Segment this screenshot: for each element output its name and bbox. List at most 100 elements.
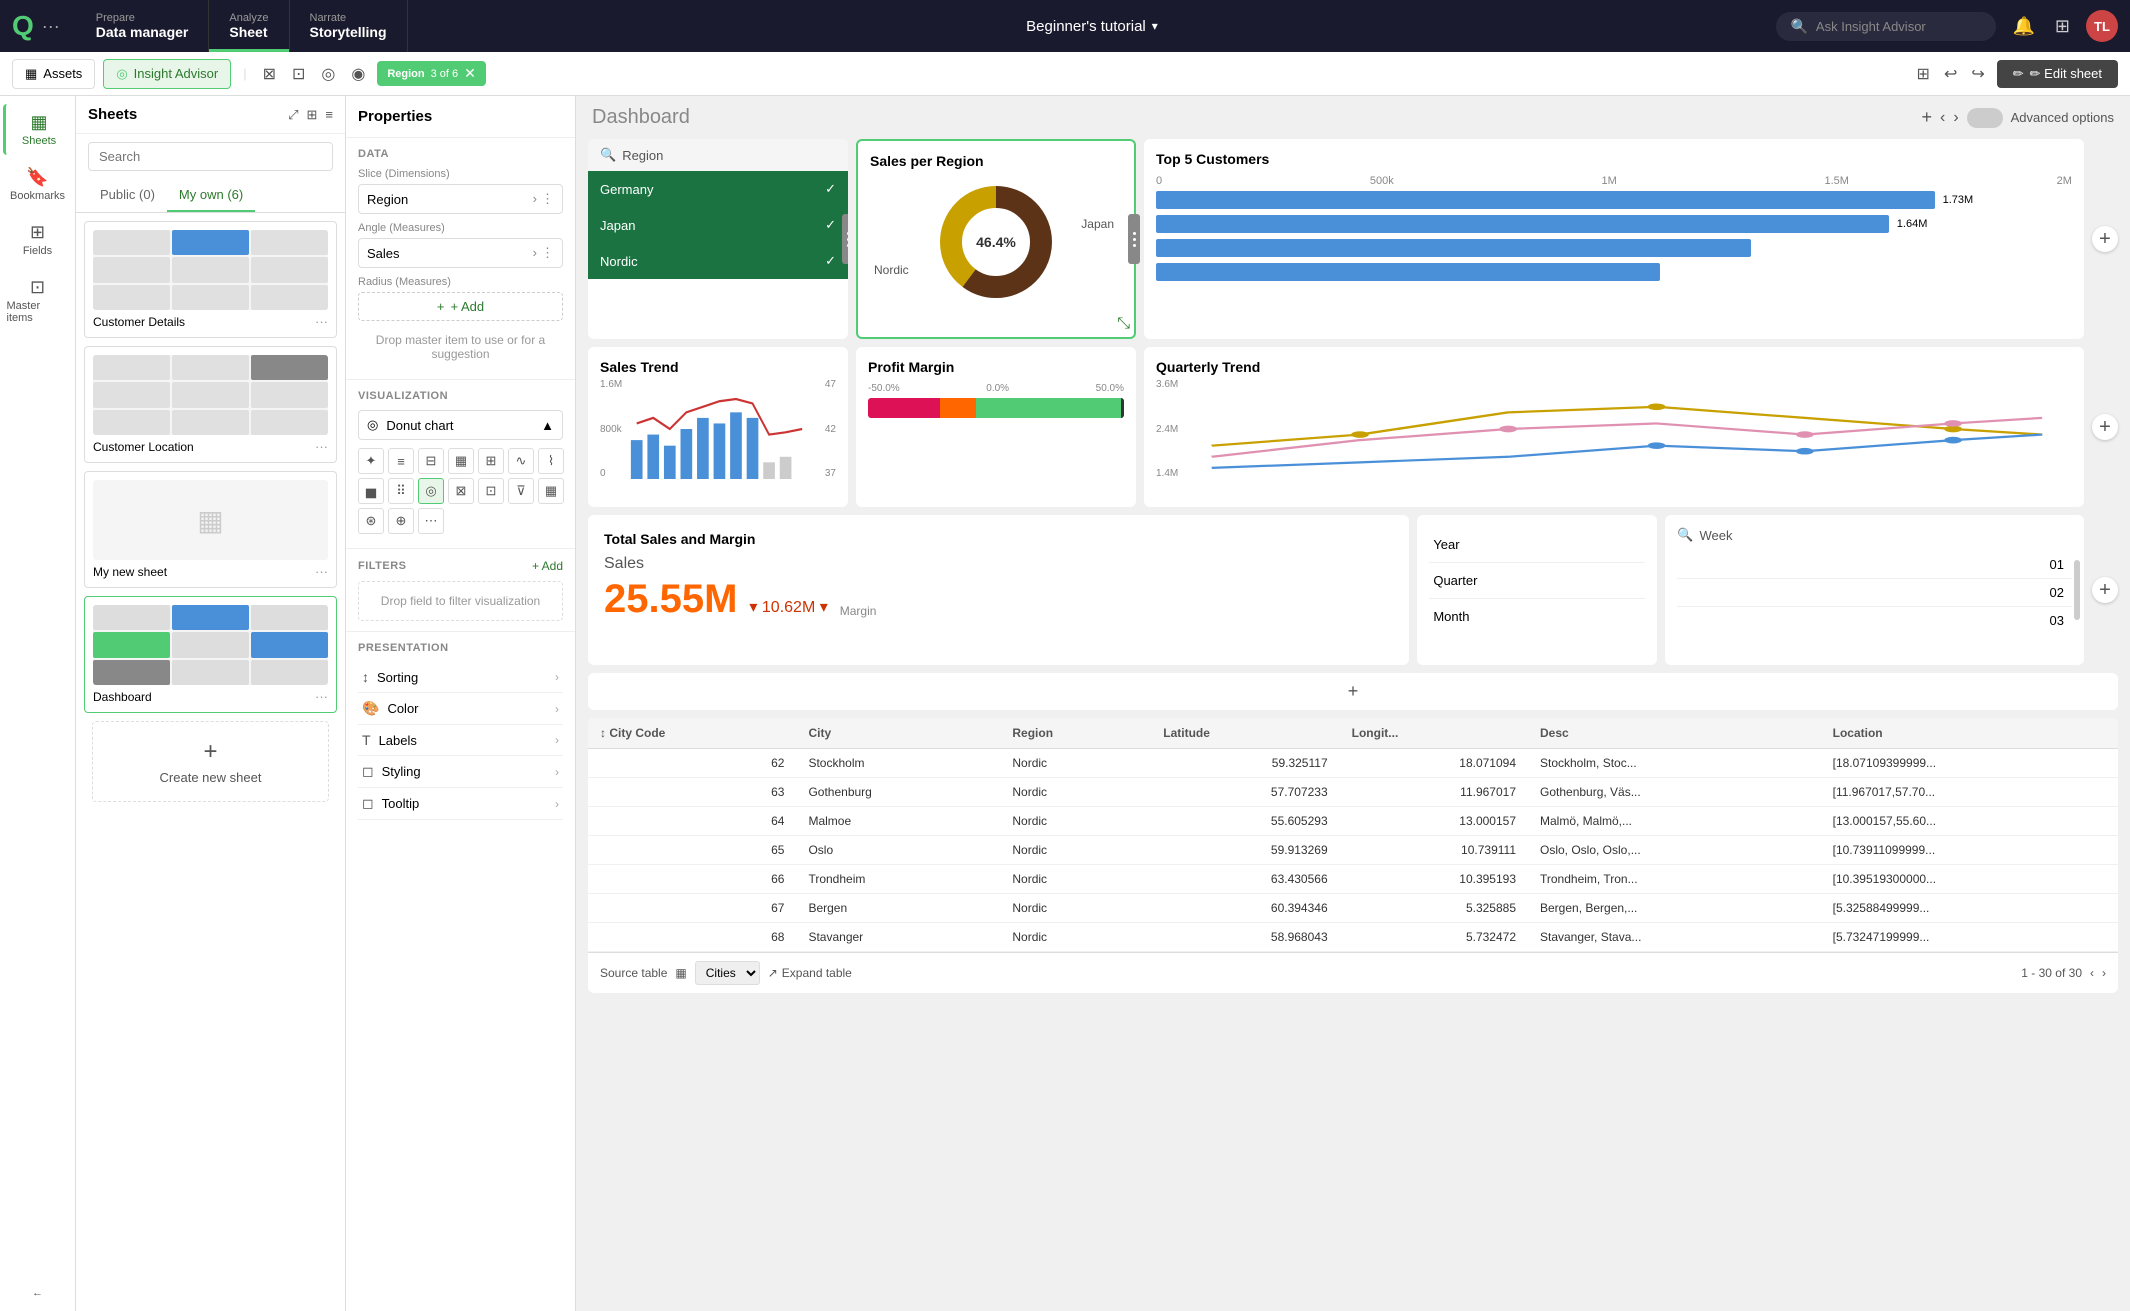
add-radius-button[interactable]: + + Add (358, 292, 563, 321)
sales-per-region-card[interactable]: Sales per Region 46.4% Japan Nordic (856, 139, 1136, 339)
pres-item-tooltip[interactable]: ◻ Tooltip › (358, 788, 563, 820)
insight-search-input[interactable] (1816, 19, 1976, 34)
table-row[interactable]: 65 Oslo Nordic 59.913269 10.739111 Oslo,… (588, 836, 2118, 865)
more-field-icon[interactable]: ⋮ (541, 191, 554, 207)
week-02[interactable]: 02 (1677, 579, 2072, 607)
nav-dots-menu[interactable]: ··· (42, 16, 60, 37)
date-month[interactable]: Month (1429, 599, 1645, 634)
add-filter-button[interactable]: + Add (532, 559, 563, 573)
week-01[interactable]: 01 (1677, 551, 2072, 579)
date-year[interactable]: Year (1429, 527, 1645, 563)
sheet-more-icon[interactable]: ··· (315, 314, 328, 329)
viz-icon-bar-grouped[interactable]: ⊟ (418, 448, 444, 474)
sheet-more-icon[interactable]: ··· (315, 439, 328, 454)
table-row[interactable]: 68 Stavanger Nordic 58.968043 5.732472 S… (588, 923, 2118, 952)
tab-my-own[interactable]: My own (6) (167, 179, 255, 212)
region-resize-handle[interactable] (842, 214, 848, 264)
sheet-item-customer-details[interactable]: Customer Details ··· (84, 221, 337, 338)
viz-icon-combo[interactable]: ⌇ (538, 448, 564, 474)
col-desc[interactable]: Desc (1528, 718, 1821, 749)
col-city[interactable]: City (796, 718, 1000, 749)
viz-icon-line[interactable]: ∿ (508, 448, 534, 474)
angle-field[interactable]: Sales › ⋮ (358, 238, 563, 268)
sidebar-item-master[interactable]: ⊡ Master items (3, 269, 73, 332)
viz-icon-bar-v[interactable]: ▅ (358, 478, 384, 504)
week-03[interactable]: 03 (1677, 607, 2072, 634)
selection-banner[interactable]: Region 3 of 6 ✕ (377, 61, 486, 86)
viz-icon-funnel[interactable]: ⊽ (508, 478, 534, 504)
expand-table-button[interactable]: ↗ Expand table (768, 966, 852, 980)
donut-resize-handle[interactable] (1128, 214, 1140, 264)
grid-menu-icon[interactable]: ⊞ (2051, 12, 2074, 41)
sidebar-collapse-button[interactable]: ← (3, 1279, 73, 1311)
table-row[interactable]: 63 Gothenburg Nordic 57.707233 11.967017… (588, 778, 2118, 807)
redo-icon[interactable]: ↪ (1967, 60, 1988, 88)
assets-button[interactable]: ▦ Assets (12, 59, 95, 89)
table-name-select[interactable]: Cities (695, 961, 760, 985)
create-new-sheet-button[interactable]: + Create new sheet (92, 721, 329, 802)
undo-icon[interactable]: ↩ (1940, 60, 1961, 88)
viz-icon-pivot[interactable]: ⊞ (478, 448, 504, 474)
viz-icon-bar-h[interactable]: ≡ (388, 448, 414, 474)
viz-icon-table[interactable]: ▦ (448, 448, 474, 474)
sheet-item-customer-location[interactable]: Customer Location ··· (84, 346, 337, 463)
nav-tab-analyze[interactable]: Analyze Sheet (209, 0, 289, 52)
sheet-item-dashboard[interactable]: Dashboard ··· (84, 596, 337, 713)
add-chart-button-1[interactable]: + (2092, 226, 2118, 252)
table-row[interactable]: 67 Bergen Nordic 60.394346 5.325885 Berg… (588, 894, 2118, 923)
pagination-prev[interactable]: ‹ (2090, 966, 2094, 980)
sheets-search-input[interactable] (88, 142, 333, 171)
slice-field[interactable]: Region › ⋮ (358, 184, 563, 214)
viz-selector[interactable]: ◎ Donut chart ▲ (358, 410, 563, 440)
expand-field-icon[interactable]: › (533, 191, 537, 207)
advanced-toggle[interactable] (1967, 108, 2003, 128)
col-latitude[interactable]: Latitude (1151, 718, 1339, 749)
region-item-japan[interactable]: Japan ✓ (588, 207, 848, 243)
edit-sheet-button[interactable]: ✏ ✏ Edit sheet (1997, 60, 2118, 88)
expand-icon[interactable]: ⤢ (288, 107, 298, 123)
app-title[interactable]: Beginner's tutorial ▾ (1026, 18, 1158, 35)
sheet-more-icon[interactable]: ··· (315, 564, 328, 579)
pres-item-sorting[interactable]: ↕ Sorting › (358, 662, 563, 693)
nav-tab-prepare[interactable]: Prepare Data manager (76, 0, 210, 52)
nav-right-icon[interactable]: › (1953, 109, 1958, 127)
viz-icon-more-4[interactable]: ⋯ (418, 508, 444, 534)
nav-tab-narrate[interactable]: Narrate Storytelling (290, 0, 408, 52)
expand-angle-icon[interactable]: › (533, 245, 537, 261)
insight-search-bar[interactable]: 🔍 (1776, 12, 1996, 41)
toolbar-icon-4[interactable]: ◉ (347, 60, 369, 88)
region-item-nordic[interactable]: Nordic ✓ (588, 243, 848, 279)
plus-add-widget[interactable]: + (1921, 107, 1932, 128)
nav-left-icon[interactable]: ‹ (1940, 109, 1945, 127)
viz-icon-magic[interactable]: ✦ (358, 448, 384, 474)
list-icon[interactable]: ≡ (325, 107, 333, 123)
col-city-code[interactable]: ↕ City Code (588, 718, 796, 749)
toolbar-icon-2[interactable]: ⊡ (288, 60, 309, 88)
viz-icon-donut[interactable]: ◎ (418, 478, 444, 504)
viz-icon-scatter[interactable]: ⠿ (388, 478, 414, 504)
insight-advisor-button[interactable]: ◎ Insight Advisor (103, 59, 231, 89)
notifications-icon[interactable]: 🔔 (2008, 12, 2038, 41)
viz-collapse-icon[interactable]: ▲ (541, 418, 554, 433)
pagination-next[interactable]: › (2102, 966, 2106, 980)
col-longit[interactable]: Longit... (1340, 718, 1528, 749)
grid-icon[interactable]: ⊞ (307, 107, 318, 123)
table-row[interactable]: 62 Stockholm Nordic 59.325117 18.071094 … (588, 749, 2118, 778)
sidebar-item-fields[interactable]: ⊞ Fields (3, 214, 73, 265)
table-row[interactable]: 66 Trondheim Nordic 63.430566 10.395193 … (588, 865, 2118, 894)
pres-item-labels[interactable]: T Labels › (358, 725, 563, 756)
resize-handle-icon[interactable]: ⤡ (1117, 315, 1130, 333)
more-angle-icon[interactable]: ⋮ (541, 245, 554, 261)
add-row-button[interactable]: + (588, 673, 2118, 710)
viz-icon-more-1[interactable]: ⊡ (478, 478, 504, 504)
pres-item-styling[interactable]: ◻ Styling › (358, 756, 563, 788)
user-avatar[interactable]: TL (2086, 10, 2118, 42)
add-chart-button-2[interactable]: + (2092, 414, 2118, 440)
toolbar-icon-3[interactable]: ◎ (317, 60, 339, 88)
toolbar-icon-1[interactable]: ⊠ (259, 60, 280, 88)
viz-icon-more-2[interactable]: ⊛ (358, 508, 384, 534)
viz-icon-grid-chart[interactable]: ⊠ (448, 478, 474, 504)
col-location[interactable]: Location (1821, 718, 2118, 749)
selection-close-icon[interactable]: ✕ (464, 65, 476, 82)
date-quarter[interactable]: Quarter (1429, 563, 1645, 599)
